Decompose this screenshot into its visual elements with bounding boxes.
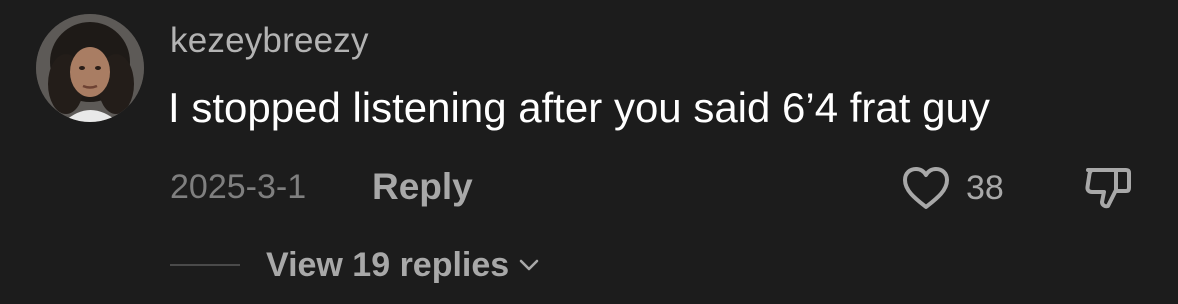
reply-button[interactable]: Reply	[372, 165, 473, 209]
thumbs-down-icon	[1085, 168, 1131, 209]
replies-divider	[170, 264, 240, 266]
like-count: 38	[966, 169, 1004, 207]
username[interactable]: kezeybreezy	[170, 20, 369, 62]
comment-item: kezeybreezy I stopped listening after yo…	[0, 0, 1178, 304]
dislike-button[interactable]	[1080, 160, 1136, 216]
view-replies-button[interactable]: View 19 replies	[266, 244, 541, 286]
comment-text: I stopped listening after you said 6’4 f…	[168, 84, 990, 131]
avatar-image	[36, 14, 144, 122]
comment-date: 2025-3-1	[170, 168, 307, 206]
chevron-down-icon	[519, 259, 539, 271]
view-replies-label: View 19 replies	[266, 246, 510, 284]
heart-outline-icon	[903, 167, 949, 209]
like-button[interactable]: 38	[900, 162, 1004, 214]
avatar[interactable]	[36, 14, 144, 122]
view-replies-row: View 19 replies	[170, 240, 541, 290]
